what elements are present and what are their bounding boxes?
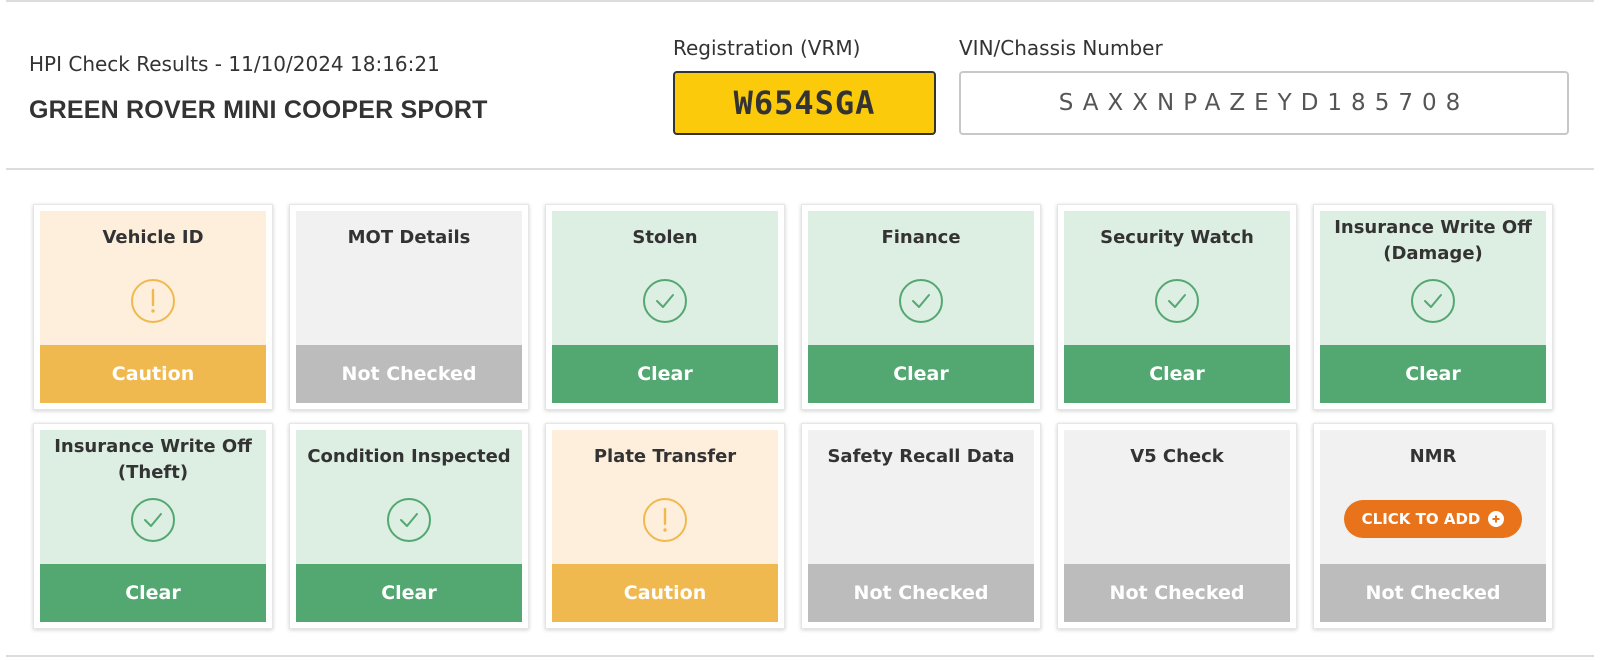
plus-circle-icon xyxy=(1488,511,1505,527)
check-icon xyxy=(131,498,175,542)
status-badge: Clear xyxy=(1064,345,1290,403)
check-icon xyxy=(899,279,943,323)
check-results-grid: Vehicle ID Caution MOT Details Not Check… xyxy=(33,204,1553,629)
check-card-finance[interactable]: Finance Clear xyxy=(801,204,1041,410)
status-badge: Not Checked xyxy=(1064,564,1290,622)
check-card-condition-inspected[interactable]: Condition Inspected Clear xyxy=(289,423,529,629)
check-card-vehicle-id[interactable]: Vehicle ID Caution xyxy=(33,204,273,410)
status-badge: Not Checked xyxy=(808,564,1034,622)
registration-plate: W654SGA xyxy=(673,71,936,135)
bottom-divider xyxy=(6,655,1594,657)
card-title: Security Watch xyxy=(1100,227,1254,248)
check-icon xyxy=(387,498,431,542)
results-subtitle: HPI Check Results - 11/10/2024 18:16:21 xyxy=(29,52,440,76)
card-title: Condition Inspected xyxy=(307,446,511,467)
check-icon xyxy=(1155,279,1199,323)
card-title: Safety Recall Data xyxy=(827,446,1015,467)
status-badge: Not Checked xyxy=(296,345,522,403)
card-body: Security Watch xyxy=(1064,211,1290,345)
check-card-security-watch[interactable]: Security Watch Clear xyxy=(1057,204,1297,410)
card-body: Condition Inspected xyxy=(296,430,522,564)
status-badge: Caution xyxy=(40,345,266,403)
card-title: Stolen xyxy=(632,227,698,248)
card-title: V5 Check xyxy=(1130,446,1224,467)
card-title: Insurance Write Off (Theft) xyxy=(54,436,252,483)
card-body: Safety Recall Data xyxy=(808,430,1034,564)
check-card-mot-details[interactable]: MOT Details Not Checked xyxy=(289,204,529,410)
vehicle-title: GREEN ROVER MINI COOPER SPORT xyxy=(29,96,488,124)
card-title: MOT Details xyxy=(347,227,471,248)
check-card-insurance-write-off-theft[interactable]: Insurance Write Off (Theft) Clear xyxy=(33,423,273,629)
click-to-add-button[interactable]: CLICK TO ADD xyxy=(1343,500,1523,538)
check-card-safety-recall-data[interactable]: Safety Recall Data Not Checked xyxy=(801,423,1041,629)
check-icon xyxy=(643,279,687,323)
check-card-stolen[interactable]: Stolen Clear xyxy=(545,204,785,410)
card-title: NMR xyxy=(1409,446,1457,467)
status-badge: Not Checked xyxy=(1320,564,1546,622)
card-body: NMR CLICK TO ADD xyxy=(1320,430,1546,564)
card-body: Vehicle ID xyxy=(40,211,266,345)
check-card-insurance-write-off-damage[interactable]: Insurance Write Off (Damage) Clear xyxy=(1313,204,1553,410)
button-label: CLICK TO ADD xyxy=(1361,510,1481,528)
card-body: Finance xyxy=(808,211,1034,345)
status-badge: Caution xyxy=(552,564,778,622)
card-body: V5 Check xyxy=(1064,430,1290,564)
card-title: Insurance Write Off (Damage) xyxy=(1334,217,1532,264)
card-body: Insurance Write Off (Theft) xyxy=(40,430,266,564)
card-body: Plate Transfer xyxy=(552,430,778,564)
check-card-nmr[interactable]: NMR CLICK TO ADD Not Checked xyxy=(1313,423,1553,629)
check-card-v5-check[interactable]: V5 Check Not Checked xyxy=(1057,423,1297,629)
card-title: Vehicle ID xyxy=(102,227,204,248)
card-body: Stolen xyxy=(552,211,778,345)
warning-icon xyxy=(131,279,175,323)
card-title: Finance xyxy=(881,227,961,248)
card-title: Plate Transfer xyxy=(593,446,737,467)
check-icon xyxy=(1411,279,1455,323)
status-badge: Clear xyxy=(1320,345,1546,403)
check-card-plate-transfer[interactable]: Plate Transfer Caution xyxy=(545,423,785,629)
status-badge: Clear xyxy=(808,345,1034,403)
card-body: MOT Details xyxy=(296,211,522,345)
header-divider xyxy=(6,168,1594,170)
top-divider xyxy=(6,0,1594,2)
warning-icon xyxy=(643,498,687,542)
status-badge: Clear xyxy=(552,345,778,403)
vin-field: SAXXNPAZEYD185708 xyxy=(959,71,1569,135)
card-body: Insurance Write Off (Damage) xyxy=(1320,211,1546,345)
vin-label: VIN/Chassis Number xyxy=(959,36,1163,60)
registration-label: Registration (VRM) xyxy=(673,36,861,60)
status-badge: Clear xyxy=(40,564,266,622)
status-badge: Clear xyxy=(296,564,522,622)
